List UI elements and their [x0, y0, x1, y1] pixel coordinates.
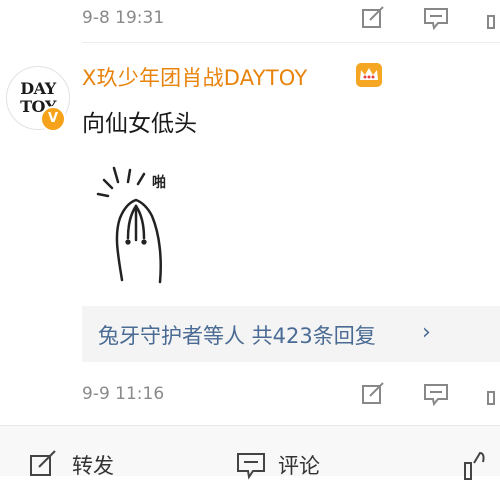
previous-comment-timestamp: 9-8 19:31 — [82, 8, 165, 28]
comment-button[interactable]: 评论 — [278, 450, 320, 480]
comment-icon[interactable] — [236, 450, 266, 480]
avatar-text-top: DAY — [20, 79, 56, 98]
replies-summary[interactable]: 兔牙守护者等人 共423条回复 › — [82, 306, 500, 362]
verified-badge: V — [40, 106, 66, 132]
repost-button[interactable]: 转发 — [72, 450, 114, 480]
sticker-image[interactable]: 啪 — [90, 160, 200, 285]
replies-summary-text[interactable]: 兔牙守护者等人 共423条回复 — [98, 320, 376, 350]
repost-icon[interactable] — [28, 450, 58, 480]
like-icon[interactable] — [462, 450, 492, 480]
chevron-right-icon: › — [422, 320, 431, 345]
username[interactable]: X玖少年团肖战DAYTOY — [82, 62, 307, 92]
sticker-text: 啪 — [152, 174, 166, 191]
share-icon[interactable] — [360, 382, 386, 406]
comment-icon[interactable] — [423, 382, 449, 406]
share-icon[interactable] — [360, 6, 386, 30]
comment-text: 向仙女低头 — [82, 111, 197, 137]
crown-icon — [356, 63, 382, 87]
like-icon[interactable] — [486, 382, 500, 406]
comment-timestamp: 9-9 11:16 — [82, 384, 165, 404]
comment-divider — [82, 42, 500, 43]
comment-icon[interactable] — [423, 6, 449, 30]
like-icon[interactable] — [486, 6, 500, 30]
bottom-action-bar: 转发 评论 — [0, 425, 500, 480]
